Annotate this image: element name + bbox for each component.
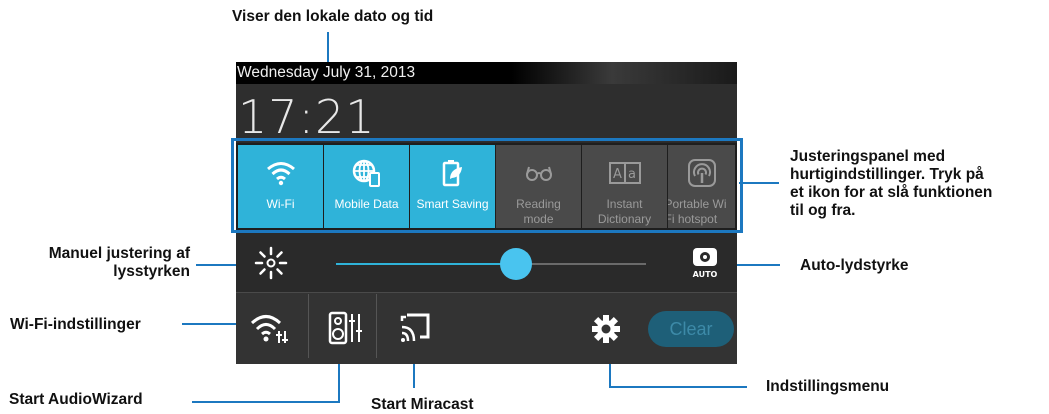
brightness-slider-thumb[interactable] bbox=[499, 248, 532, 280]
auto-label: AUTO bbox=[693, 270, 718, 279]
clear-button[interactable]: Clear bbox=[648, 311, 734, 347]
quick-settings-highlight bbox=[231, 138, 743, 233]
date-bar: Wednesday July 31, 2013 bbox=[236, 62, 737, 84]
bottom-actions-row: Clear bbox=[236, 292, 737, 364]
wifi-settings-icon[interactable] bbox=[250, 311, 290, 350]
date-text: Wednesday July 31, 2013 bbox=[237, 64, 416, 81]
settings-gear-icon[interactable] bbox=[592, 315, 620, 348]
callout-quick-panel-line-2: hurtigindstillinger. Tryk på bbox=[790, 166, 984, 183]
callout-line-settings-menu-h bbox=[609, 386, 747, 388]
callout-quick-panel: Justeringspanel med hurtigindstillinger.… bbox=[790, 148, 992, 220]
miracast-icon[interactable] bbox=[398, 311, 432, 350]
callout-datetime: Viser den lokale dato og tid bbox=[232, 8, 434, 25]
brightness-row: AUTO bbox=[236, 231, 737, 292]
brightness-track-fill bbox=[336, 263, 516, 265]
clock-time: 17:21 bbox=[238, 90, 376, 144]
callout-quick-panel-line-3: et ikon for at slå funktionen bbox=[790, 184, 993, 201]
callout-wifi-settings: Wi-Fi-indstillinger bbox=[10, 316, 141, 333]
divider bbox=[308, 294, 309, 358]
auto-brightness-icon[interactable]: AUTO bbox=[690, 246, 720, 285]
callout-line-audiowizard-h bbox=[192, 401, 340, 403]
callout-auto: Auto-lydstyrke bbox=[800, 257, 909, 274]
callout-quick-panel-line-4: til og fra. bbox=[790, 202, 856, 219]
callout-line-quick-panel bbox=[739, 182, 779, 184]
divider bbox=[376, 294, 377, 358]
audiowizard-icon[interactable] bbox=[328, 311, 364, 350]
brightness-icon[interactable] bbox=[254, 246, 288, 285]
callout-quick-panel-line-1: Justeringspanel med bbox=[790, 148, 946, 165]
callout-brightness-line-2: lysstyrken bbox=[113, 263, 190, 280]
callout-brightness-line-1: Manuel justering af bbox=[48, 245, 190, 262]
callout-settings-menu: Indstillingsmenu bbox=[766, 378, 890, 395]
callout-miracast: Start Miracast bbox=[371, 396, 474, 413]
callout-audiowizard: Start AudioWizard bbox=[9, 391, 143, 408]
callout-brightness: Manuel justering af lysstyrken bbox=[10, 245, 190, 281]
clock-area: 17:21 bbox=[236, 84, 737, 144]
